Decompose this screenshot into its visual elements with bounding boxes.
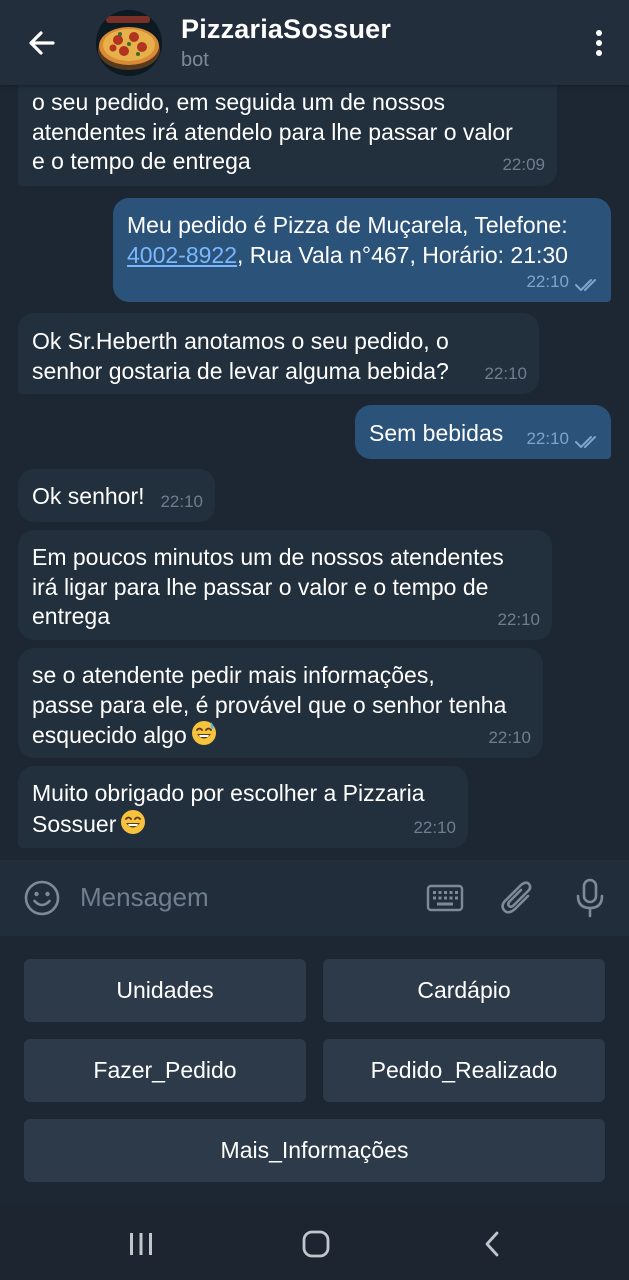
- chat-subtitle: bot: [181, 49, 209, 71]
- nav-back-button[interactable]: [472, 1224, 512, 1264]
- voice-message-button[interactable]: [570, 878, 610, 918]
- keyboard-button-unidades[interactable]: Unidades: [24, 959, 306, 1022]
- message-input-bar: Mensagem: [0, 860, 629, 936]
- nav-back-icon: [485, 1231, 499, 1257]
- system-navigation-bar: [0, 1206, 629, 1280]
- home-icon: [302, 1230, 330, 1258]
- message-text: se o atendente pedir mais informações, p…: [32, 661, 506, 754]
- message-time: 22:10: [413, 817, 456, 837]
- message-incoming[interactable]: Muito obrigado por escolher a Pizzaria S…: [18, 766, 468, 848]
- message-incoming[interactable]: Ok Sr.Heberth anotamos o seu pedido, o s…: [18, 313, 539, 394]
- home-button[interactable]: [296, 1224, 336, 1264]
- microphone-icon: [576, 878, 604, 918]
- emoji-button[interactable]: [22, 878, 62, 918]
- message-incoming[interactable]: o seu pedido, em seguida um de nossos at…: [18, 85, 557, 186]
- message-time: 22:10: [160, 491, 203, 511]
- keyboard-button-pedido-realizado[interactable]: Pedido_Realizado: [323, 1039, 605, 1102]
- keyboard-button-fazer-pedido[interactable]: Fazer_Pedido: [24, 1039, 306, 1102]
- recent-apps-icon: [130, 1233, 152, 1255]
- more-vertical-icon: [596, 30, 602, 56]
- double-check-icon: [575, 279, 596, 291]
- message-time: 22:09: [502, 154, 545, 174]
- chat-avatar[interactable]: [96, 10, 162, 76]
- keyboard-icon: [426, 884, 464, 912]
- grinning-sweat-emoji: [191, 720, 217, 754]
- attach-button[interactable]: [498, 878, 538, 918]
- message-text: o seu pedido, em seguida um de nossos at…: [32, 89, 513, 174]
- chat-title[interactable]: PizzariaSossuer: [181, 14, 391, 45]
- message-outgoing[interactable]: Sem bebidas 22:10: [355, 405, 611, 459]
- message-time: 22:10: [526, 428, 569, 448]
- message-incoming[interactable]: Em poucos minutos um de nossos atendente…: [18, 530, 552, 640]
- grinning-emoji: [120, 809, 146, 843]
- message-text: Em poucos minutos um de nossos atendente…: [32, 544, 504, 629]
- chat-header: PizzariaSossuer bot: [0, 0, 629, 85]
- message-time: 22:10: [497, 609, 540, 629]
- smiley-icon: [24, 880, 60, 916]
- keyboard-button-mais-informacoes[interactable]: Mais_Informações: [24, 1119, 605, 1182]
- bot-reply-keyboard: Unidades Cardápio Fazer_Pedido Pedido_Re…: [0, 936, 629, 1206]
- more-options-button[interactable]: [587, 22, 611, 64]
- message-time: 22:10: [526, 271, 569, 291]
- back-button[interactable]: [18, 22, 66, 64]
- pizza-avatar-image: [96, 10, 162, 76]
- double-check-icon: [575, 436, 596, 448]
- message-text: Sem bebidas: [369, 420, 504, 446]
- message-incoming[interactable]: se o atendente pedir mais informações, p…: [18, 648, 543, 758]
- phone-link[interactable]: 4002-8922: [127, 242, 237, 268]
- message-input[interactable]: Mensagem: [80, 882, 209, 913]
- message-outgoing[interactable]: Meu pedido é Pizza de Muçarela, Telefone…: [113, 198, 611, 302]
- bot-keyboard-button[interactable]: [425, 878, 465, 918]
- message-incoming[interactable]: Ok senhor! 22:10: [18, 469, 215, 522]
- message-text: Ok Sr.Heberth anotamos o seu pedido, o s…: [32, 328, 449, 384]
- message-text: Muito obrigado por escolher a Pizzaria S…: [32, 779, 424, 842]
- message-list[interactable]: o seu pedido, em seguida um de nossos at…: [0, 85, 629, 860]
- message-time: 22:10: [488, 727, 531, 747]
- arrow-left-icon: [29, 31, 55, 55]
- recent-apps-button[interactable]: [121, 1224, 161, 1264]
- paperclip-icon: [501, 881, 532, 914]
- message-text: Ok senhor!: [32, 483, 145, 509]
- keyboard-button-cardapio[interactable]: Cardápio: [323, 959, 605, 1022]
- message-text: Meu pedido é Pizza de Muçarela, Telefone…: [127, 212, 568, 268]
- message-time: 22:10: [484, 363, 527, 383]
